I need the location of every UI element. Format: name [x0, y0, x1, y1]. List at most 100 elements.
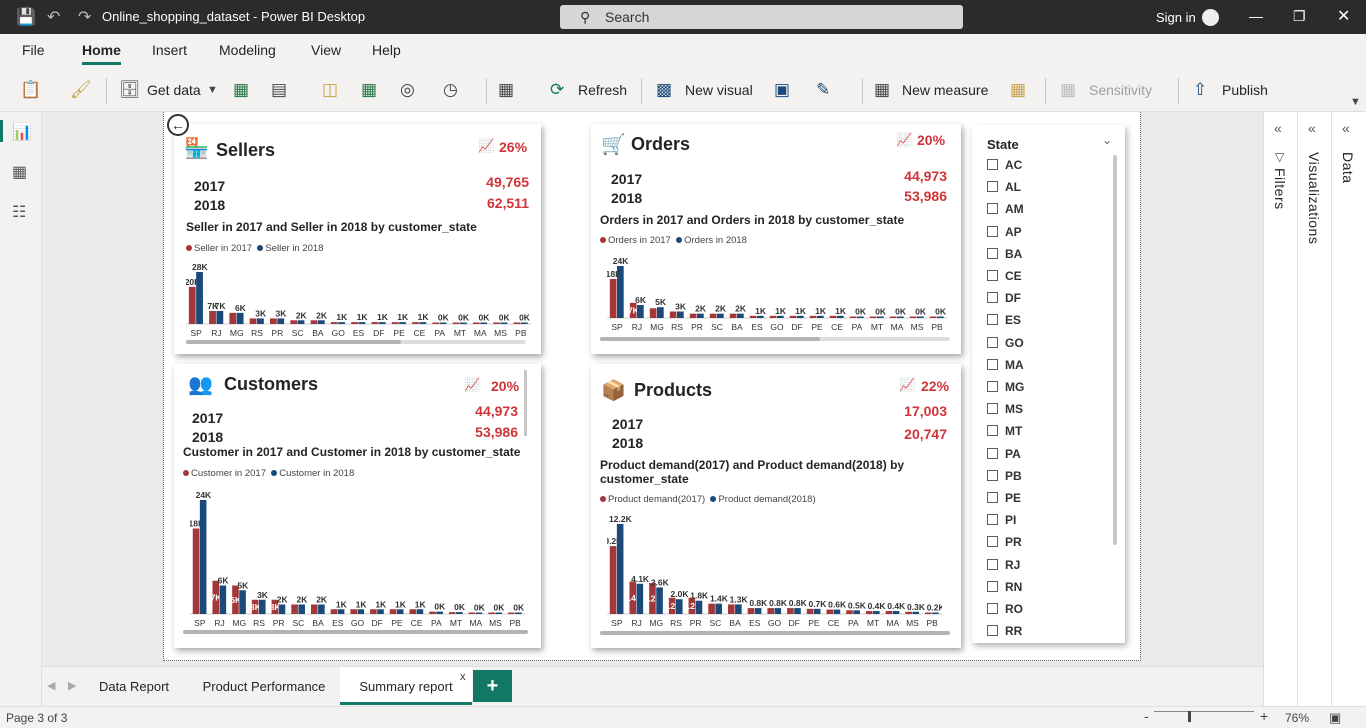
checkbox[interactable]	[987, 447, 998, 459]
slicer-item[interactable]: MA	[987, 358, 1024, 378]
chart-scrollbar[interactable]	[600, 337, 950, 341]
checkbox[interactable]	[987, 425, 998, 437]
slicer-item[interactable]: PR	[987, 535, 1022, 555]
slicer-item[interactable]: ES	[987, 313, 1021, 333]
slicer-item[interactable]: MS	[987, 402, 1023, 422]
checkbox[interactable]	[987, 314, 998, 326]
model-view-icon[interactable]: ☷	[12, 202, 26, 222]
publish-button[interactable]: Publish	[1222, 82, 1268, 98]
new-measure-button[interactable]: New measure	[902, 82, 988, 98]
dataset-icon[interactable]: ▤	[271, 80, 287, 100]
format-painter-icon[interactable]: 🖌	[70, 80, 92, 100]
slicer-item[interactable]: RJ	[987, 558, 1020, 578]
checkbox[interactable]	[987, 625, 998, 637]
chart-scrollbar[interactable]	[183, 630, 528, 634]
visualizations-pane[interactable]: « Visualizations	[1297, 112, 1331, 706]
checkbox[interactable]	[987, 536, 998, 548]
text-box-icon[interactable]: ▣	[774, 80, 790, 100]
dataverse-icon[interactable]: ◎	[400, 80, 415, 100]
checkbox[interactable]	[987, 469, 998, 481]
checkbox[interactable]	[987, 292, 998, 304]
paste-icon[interactable]: 📋	[20, 80, 41, 100]
chevron-down-icon[interactable]: ▼	[207, 84, 218, 96]
quick-measure-icon[interactable]: ▦	[1010, 80, 1026, 100]
minimize-icon[interactable]: —	[1249, 8, 1263, 24]
slicer-item[interactable]: AM	[987, 202, 1024, 222]
checkbox[interactable]	[987, 381, 998, 392]
collapse-ribbon-icon[interactable]: ▼	[1350, 96, 1361, 108]
zoom-out-button[interactable]: -	[1144, 708, 1149, 724]
checkbox[interactable]	[987, 492, 998, 503]
slicer-item[interactable]: RR	[987, 624, 1022, 644]
expand-icon[interactable]: «	[1274, 120, 1282, 136]
fit-to-page-icon[interactable]: ▣	[1329, 710, 1341, 726]
search-box[interactable]: ⚲ Search	[560, 5, 963, 29]
checkbox[interactable]	[987, 358, 998, 370]
slicer-item[interactable]: BA	[987, 247, 1022, 267]
refresh-icon[interactable]: ⟳	[550, 80, 564, 100]
new-visual-icon[interactable]: ▩	[656, 80, 672, 100]
prev-page-icon[interactable]: ◀	[47, 679, 55, 692]
slicer-item[interactable]: PA	[987, 447, 1021, 467]
chevron-down-icon[interactable]: ⌄	[1102, 133, 1112, 147]
enter-data-icon[interactable]: ▦	[361, 80, 377, 100]
zoom-slider-handle[interactable]	[1188, 711, 1191, 722]
slicer-item[interactable]: AL	[987, 180, 1021, 200]
save-icon[interactable]: 💾	[16, 7, 36, 27]
menu-view[interactable]: View	[311, 42, 341, 58]
menu-home[interactable]: Home	[82, 42, 121, 65]
slicer-item[interactable]: CE	[987, 269, 1022, 289]
card-scrollbar[interactable]	[524, 370, 527, 436]
new-visual-button[interactable]: New visual	[685, 82, 753, 98]
tab-data-report[interactable]: Data Report	[88, 667, 180, 705]
data-pane[interactable]: « Data	[1331, 112, 1366, 706]
expand-icon[interactable]: «	[1308, 120, 1316, 136]
menu-insert[interactable]: Insert	[152, 42, 187, 58]
slicer-item[interactable]: PI	[987, 513, 1016, 533]
restore-icon[interactable]: ❐	[1293, 8, 1306, 25]
slicer-item[interactable]: RO	[987, 602, 1023, 622]
slicer-scrollbar[interactable]	[1113, 155, 1117, 545]
get-data-icon[interactable]: 🗄	[119, 80, 141, 100]
slicer-item[interactable]: AC	[987, 158, 1022, 178]
checkbox[interactable]	[987, 159, 998, 170]
chart-scrollbar[interactable]	[186, 340, 526, 344]
checkbox[interactable]	[987, 558, 998, 570]
close-icon[interactable]: ✕	[1337, 6, 1350, 26]
checkbox[interactable]	[987, 225, 998, 237]
close-tab-icon[interactable]: x	[460, 671, 466, 683]
back-arrow-icon[interactable]: ←	[167, 114, 189, 136]
slicer-item[interactable]: AP	[987, 225, 1022, 245]
recent-sources-icon[interactable]: ◷	[443, 80, 458, 100]
transform-data-icon[interactable]: ▦	[498, 80, 514, 100]
checkbox[interactable]	[987, 336, 998, 348]
next-page-icon[interactable]: ▶	[68, 679, 76, 692]
checkbox[interactable]	[987, 580, 998, 592]
menu-help[interactable]: Help	[372, 42, 401, 58]
checkbox[interactable]	[987, 514, 998, 526]
excel-icon[interactable]: ▦	[233, 80, 249, 100]
add-page-button[interactable]: +	[473, 670, 512, 702]
slicer-item[interactable]: RN	[987, 580, 1022, 600]
checkbox[interactable]	[987, 270, 998, 281]
menu-modeling[interactable]: Modeling	[219, 42, 276, 58]
slicer-item[interactable]: PE	[987, 491, 1021, 511]
slicer-item[interactable]: DF	[987, 291, 1021, 311]
report-view-icon[interactable]: 📊	[12, 122, 32, 142]
checkbox[interactable]	[987, 247, 998, 259]
menu-file[interactable]: File	[22, 42, 45, 58]
redo-icon[interactable]: ↷	[78, 7, 91, 27]
tab-summary-report[interactable]: Summary report	[340, 667, 472, 705]
filters-pane[interactable]: « ▽ Filters	[1263, 112, 1297, 706]
expand-icon[interactable]: «	[1342, 120, 1350, 136]
checkbox[interactable]	[987, 603, 998, 614]
slicer-item[interactable]: MT	[987, 424, 1022, 444]
zoom-slider[interactable]	[1154, 711, 1254, 712]
table-view-icon[interactable]: ▦	[12, 162, 27, 182]
checkbox[interactable]	[987, 203, 998, 215]
slicer-item[interactable]: MG	[987, 380, 1024, 400]
undo-icon[interactable]: ↶	[47, 7, 60, 27]
slicer-item[interactable]: GO	[987, 336, 1024, 356]
slicer-item[interactable]: PB	[987, 469, 1022, 489]
checkbox[interactable]	[987, 181, 998, 193]
